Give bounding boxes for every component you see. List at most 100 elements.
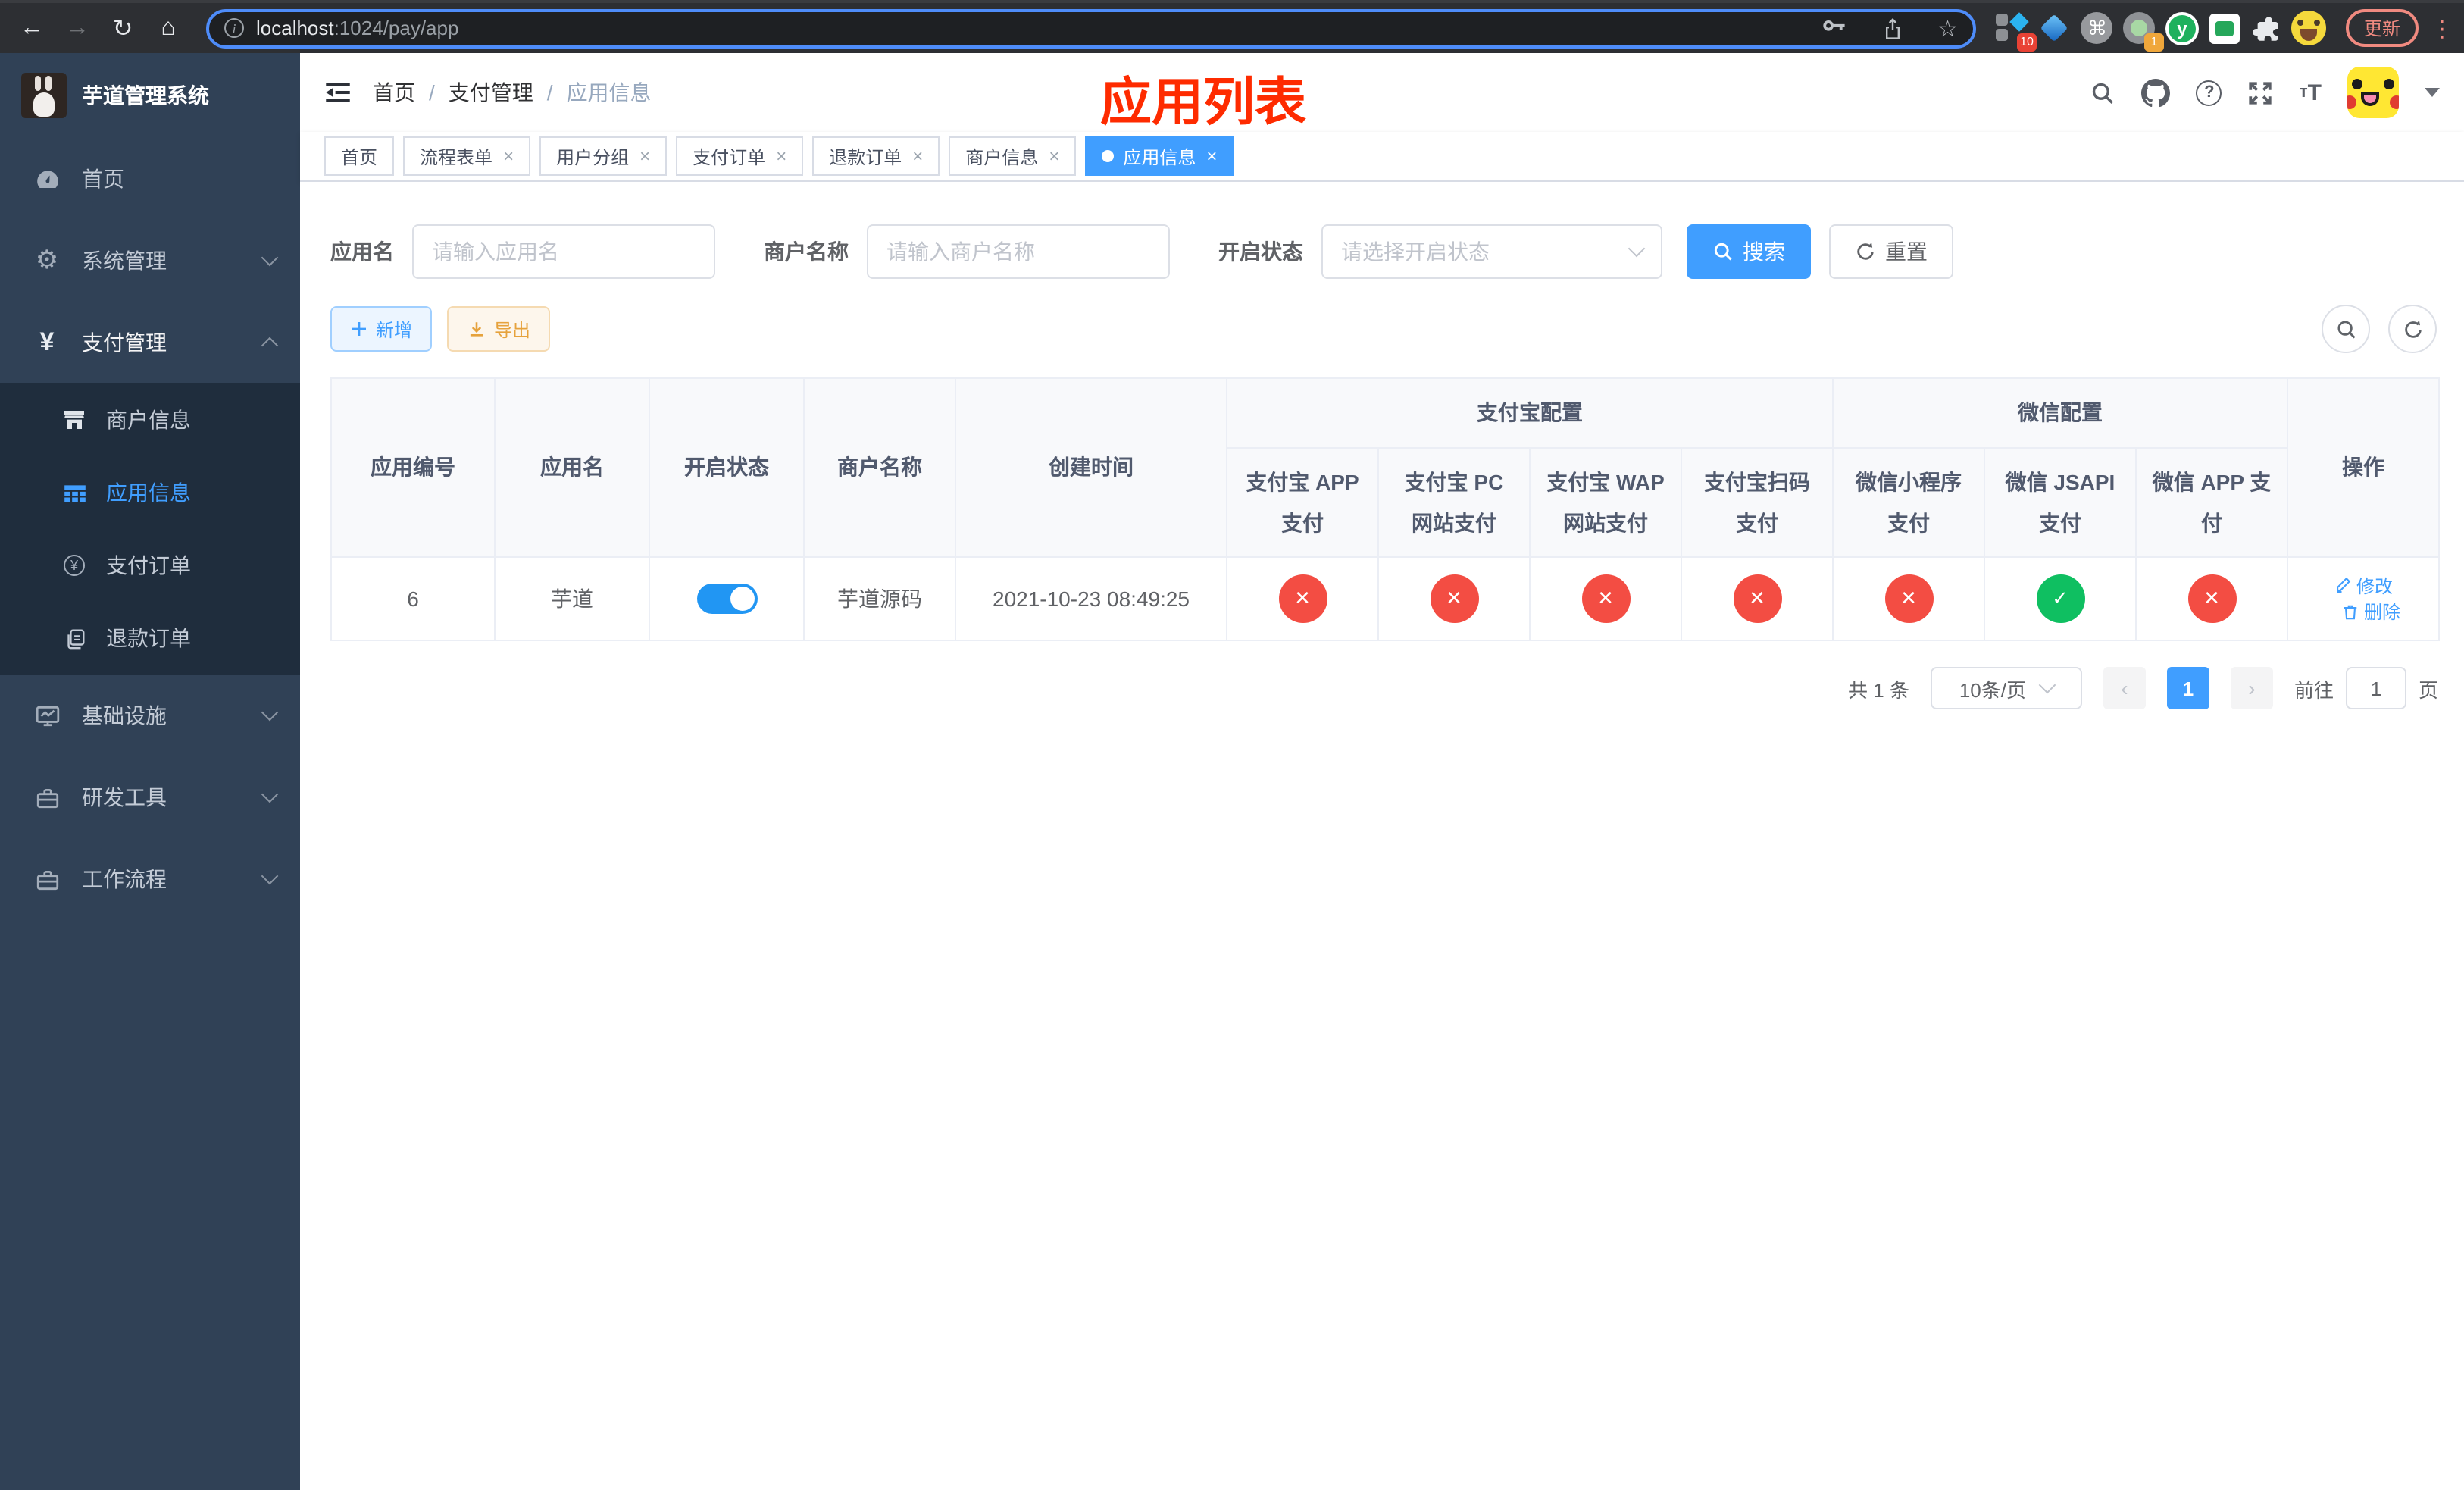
tab-close-icon[interactable]: × <box>503 146 514 167</box>
screen: ← → ↻ ⌂ i localhost:1024/pay/app ☆ 10 ⌘ … <box>0 0 2464 1490</box>
tab-close-icon[interactable]: × <box>776 146 786 167</box>
password-key-icon[interactable] <box>1821 15 1846 41</box>
prev-page-button[interactable]: ‹ <box>2103 667 2146 709</box>
extension-y-icon[interactable]: y <box>2164 10 2200 46</box>
browser-forward-button[interactable]: → <box>58 8 97 48</box>
add-button[interactable]: 新增 <box>330 306 433 352</box>
extension-chat-icon[interactable] <box>2206 10 2243 46</box>
app-name-input[interactable] <box>412 224 715 279</box>
extensions-puzzle-icon[interactable] <box>2249 10 2285 46</box>
search-button[interactable]: 搜索 <box>1687 224 1811 279</box>
filter-form: 应用名 商户名称 开启状态 请选择开启状态 搜索 重置 <box>330 224 2437 279</box>
chevron-down-icon <box>261 703 279 722</box>
sidebar-item-label: 系统管理 <box>82 249 167 273</box>
app-logo-row[interactable]: 芋道管理系统 <box>0 53 300 138</box>
tab-close-icon[interactable]: × <box>912 146 923 167</box>
tab-app-info[interactable]: 应用信息 × <box>1085 136 1234 176</box>
top-navbar: 首页 / 支付管理 / 应用信息 ? т T <box>300 53 2464 132</box>
refresh-button[interactable] <box>2388 305 2437 353</box>
col-header-wechat-mini: 微信小程序支付 <box>1832 447 1985 558</box>
sidebar-item-payment-orders[interactable]: ¥ 支付订单 <box>0 529 300 602</box>
browser-home-button[interactable]: ⌂ <box>149 8 188 48</box>
delete-link[interactable]: 删除 <box>2341 599 2400 624</box>
wechat-app-status-icon: ✕ <box>2187 574 2236 623</box>
goto-label: 前往 <box>2294 678 2334 701</box>
status-select[interactable]: 请选择开启状态 <box>1321 224 1662 279</box>
bookmark-star-icon[interactable]: ☆ <box>1937 14 1958 42</box>
shop-icon <box>61 408 88 432</box>
tab-close-icon[interactable]: × <box>639 146 650 167</box>
tab-close-icon[interactable]: × <box>1206 146 1217 167</box>
browser-profile-avatar[interactable] <box>2291 10 2328 46</box>
pagination: 共 1 条 10条/页 ‹ 1 › 前往 页 <box>330 667 2438 709</box>
status-select-placeholder: 请选择开启状态 <box>1341 239 1490 264</box>
col-header-wechat-jsapi: 微信 JSAPI 支付 <box>1984 447 2137 558</box>
browser-menu-icon[interactable]: ⋮ <box>2431 14 2453 42</box>
show-search-button[interactable] <box>2322 305 2370 353</box>
table-tools <box>2322 305 2437 353</box>
help-icon[interactable]: ? <box>2196 80 2222 105</box>
edit-link[interactable]: 修改 <box>2334 572 2393 598</box>
page-number-button[interactable]: 1 <box>2166 667 2209 709</box>
fullscreen-icon[interactable] <box>2248 80 2274 105</box>
address-bar[interactable]: i localhost:1024/pay/app ☆ <box>206 8 1976 48</box>
next-page-button[interactable]: › <box>2230 667 2273 709</box>
payment-submenu: 商户信息 应用信息 ¥ 支付订单 退款订单 <box>0 383 300 675</box>
breadcrumb-home[interactable]: 首页 <box>373 77 415 108</box>
chevron-down-icon <box>261 867 279 885</box>
page-size-select[interactable]: 10条/页 <box>1930 667 2082 709</box>
browser-back-button[interactable]: ← <box>12 8 52 48</box>
page-unit-label: 页 <box>2418 678 2438 701</box>
github-icon[interactable] <box>2141 78 2171 107</box>
browser-update-button[interactable]: 更新 <box>2345 9 2419 47</box>
extension-command-icon[interactable]: ⌘ <box>2079 10 2115 46</box>
sidebar-item-merchant-info[interactable]: 商户信息 <box>0 383 300 456</box>
export-button[interactable]: 导出 <box>447 306 551 352</box>
sidebar-item-workflow[interactable]: 工作流程 <box>0 838 300 920</box>
sidebar-item-infrastructure[interactable]: 基础设施 <box>0 675 300 756</box>
page-content: 应用名 商户名称 开启状态 请选择开启状态 搜索 重置 <box>300 182 2464 1490</box>
breadcrumb-payment[interactable]: 支付管理 <box>449 77 533 108</box>
sidebar-item-label: 支付订单 <box>106 553 191 578</box>
tab-user-group[interactable]: 用户分组 × <box>539 136 668 176</box>
status-toggle[interactable] <box>696 584 757 614</box>
browser-reload-button[interactable]: ↻ <box>103 8 142 48</box>
merchant-name-label: 商户名称 <box>764 239 849 264</box>
sidebar-item-home[interactable]: 首页 <box>0 138 300 220</box>
sidebar-collapse-icon[interactable] <box>324 79 352 106</box>
user-menu-caret-icon[interactable] <box>2425 88 2440 105</box>
tab-close-icon[interactable]: × <box>1049 146 1059 167</box>
tab-home[interactable]: 首页 <box>324 136 395 176</box>
tab-refund-orders[interactable]: 退款订单 × <box>812 136 940 176</box>
font-size-icon[interactable]: тT <box>2300 80 2322 105</box>
goto-page-input[interactable] <box>2345 667 2406 709</box>
extension-badge: 1 <box>2143 33 2164 51</box>
share-icon[interactable] <box>1880 16 1904 40</box>
tab-payment-orders[interactable]: 支付订单 × <box>676 136 804 176</box>
tab-merchant-info[interactable]: 商户信息 × <box>949 136 1077 176</box>
col-header-alipay-pc: 支付宝 PC 网站支付 <box>1377 447 1531 558</box>
cell-app-id: 6 <box>330 556 496 641</box>
reset-button[interactable]: 重置 <box>1829 224 1953 279</box>
site-info-icon[interactable]: i <box>224 18 244 38</box>
sidebar-item-label: 支付管理 <box>82 330 167 355</box>
chevron-down-icon <box>2038 676 2056 694</box>
user-avatar[interactable] <box>2347 67 2399 118</box>
sidebar-item-system[interactable]: ⚙ 系统管理 <box>0 220 300 302</box>
merchant-name-input[interactable] <box>867 224 1170 279</box>
extension-camera-icon[interactable]: 1 <box>2122 10 2164 51</box>
extension-grid-icon[interactable]: 10 <box>1994 10 2037 51</box>
breadcrumb-separator: / <box>546 80 553 105</box>
sidebar-item-refund-orders[interactable]: 退款订单 <box>0 602 300 675</box>
active-tab-dot <box>1102 150 1115 162</box>
sidebar-item-label: 研发工具 <box>82 785 167 809</box>
extension-gem-icon[interactable] <box>2037 10 2073 46</box>
col-header-app-name: 应用名 <box>494 377 650 558</box>
sidebar-item-app-info[interactable]: 应用信息 <box>0 456 300 529</box>
search-icon[interactable] <box>2090 80 2116 105</box>
sidebar-item-payment[interactable]: ¥ 支付管理 <box>0 302 300 383</box>
sidebar-item-dev-tools[interactable]: 研发工具 <box>0 756 300 838</box>
url-text[interactable]: localhost:1024/pay/app <box>256 17 1793 39</box>
col-header-alipay-app: 支付宝 APP 支付 <box>1226 447 1379 558</box>
tab-process-form[interactable]: 流程表单 × <box>403 136 531 176</box>
